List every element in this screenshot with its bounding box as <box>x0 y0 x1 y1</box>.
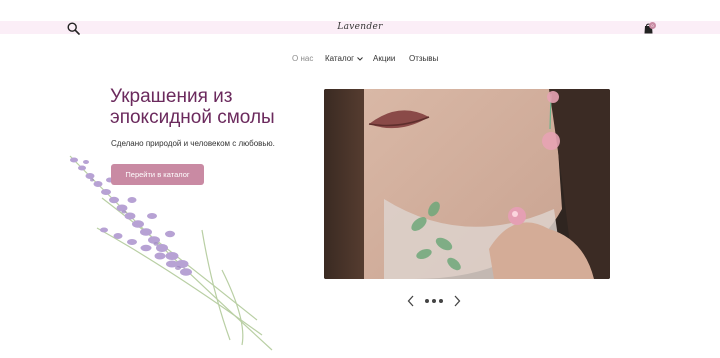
carousel-dot[interactable] <box>439 299 443 303</box>
cart-count-badge: 0 <box>649 22 656 29</box>
hero-title-line-1: Украшения из <box>110 86 233 107</box>
chevron-left-icon[interactable] <box>406 295 416 307</box>
nav-item-catalog-label: Каталог <box>325 54 355 63</box>
carousel-controls <box>404 294 464 308</box>
hero-title-line-2: эпоксидной смолы <box>110 107 275 128</box>
hero-photo <box>324 89 610 279</box>
nav-item-about[interactable]: О нас <box>292 52 313 66</box>
logo[interactable]: Lavender <box>0 21 720 34</box>
main-nav: О нас Каталог Акции Отзывы <box>0 52 720 66</box>
hero-title: Украшения из эпоксидной смолы <box>110 86 310 128</box>
carousel-dot[interactable] <box>425 299 429 303</box>
carousel-dot[interactable] <box>432 299 436 303</box>
hero-subtitle: Сделано природой и человеком с любовью. <box>111 139 275 148</box>
chevron-down-icon <box>357 57 363 61</box>
go-to-catalog-button[interactable]: Перейти в каталог <box>111 164 204 185</box>
chevron-right-icon[interactable] <box>452 295 462 307</box>
nav-item-sales[interactable]: Акции <box>373 52 395 66</box>
nav-item-reviews[interactable]: Отзывы <box>409 52 438 66</box>
nav-item-catalog[interactable]: Каталог <box>325 52 363 66</box>
